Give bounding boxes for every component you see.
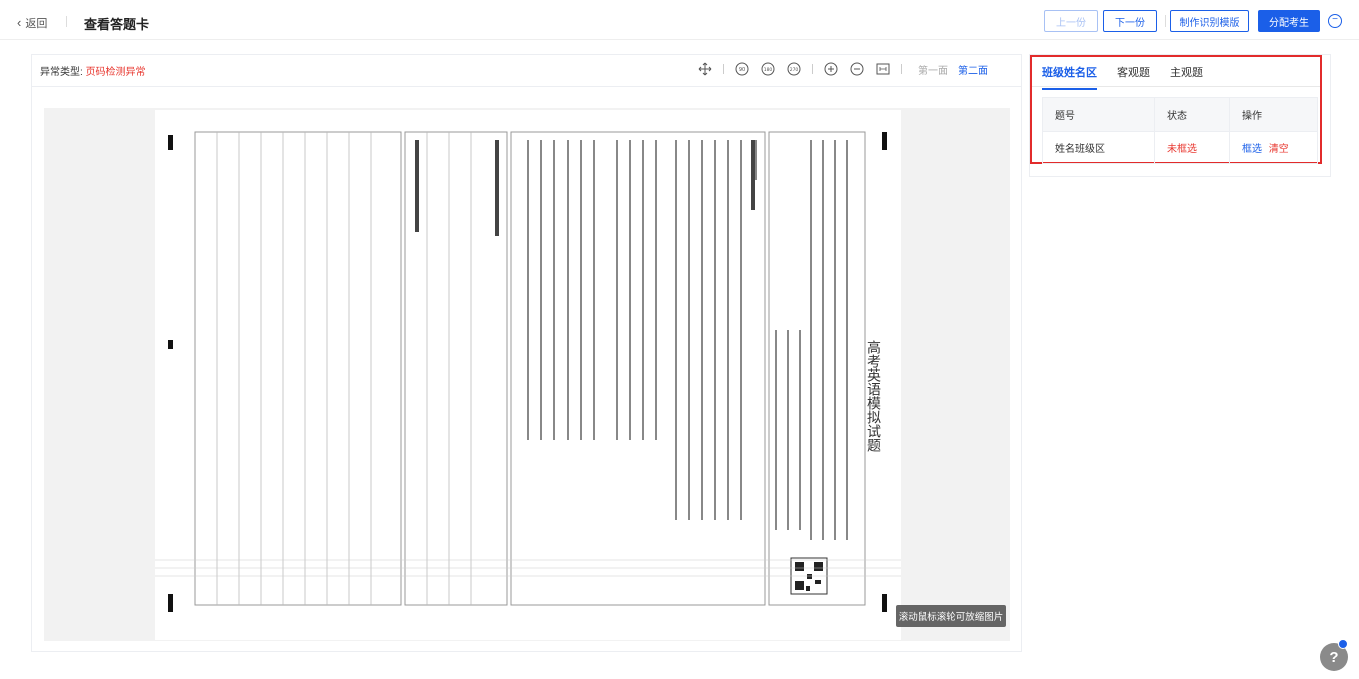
answer-sheet-panel: 异常类型: 页码检测异常 90 180 270 第一面 第二面 高考英语模拟试题… (31, 54, 1022, 652)
select-link[interactable]: 框选 (1242, 144, 1262, 155)
back-label: 返回 (25, 18, 48, 30)
alignment-marker (882, 132, 887, 150)
svg-text:180: 180 (764, 67, 773, 73)
alignment-marker (168, 594, 173, 612)
side-two-link[interactable]: 第二面 (958, 62, 988, 77)
table-row: 姓名班级区 未框选 框选 清空 (1042, 131, 1318, 164)
next-button[interactable]: 下一份 (1103, 10, 1157, 32)
more-circle-icon[interactable]: − (1328, 14, 1342, 28)
col-status: 状态 (1154, 97, 1230, 132)
svg-text:90: 90 (739, 67, 745, 73)
rotate-270-icon[interactable]: 270 (786, 61, 802, 77)
answer-sheet-image: 高考英语模拟试题 (155, 110, 901, 640)
panel-divider (32, 86, 1021, 87)
region-panel: 班级姓名区 客观题 主观题 题号 状态 操作 姓名班级区 未框选 框选 清空 (1030, 55, 1322, 164)
anomaly-type: 异常类型: 页码检测异常 (40, 63, 146, 78)
alignment-marker (882, 594, 887, 612)
toolbar-divider (812, 64, 813, 74)
side-one-link[interactable]: 第一面 (918, 62, 948, 77)
notification-dot (1338, 639, 1348, 649)
alignment-marker (168, 135, 173, 150)
zoom-in-icon[interactable] (823, 61, 839, 77)
back-button[interactable]: ‹ 返回 (17, 15, 47, 31)
toolbar-divider (723, 64, 724, 74)
alignment-marker (168, 340, 173, 349)
answer-sheet-scan: 高考英语模拟试题 (155, 131, 901, 606)
col-action: 操作 (1229, 97, 1318, 132)
toolbar-divider (901, 64, 902, 74)
region-table: 题号 状态 操作 姓名班级区 未框选 框选 清空 (1042, 97, 1318, 164)
header-separator (1165, 15, 1166, 27)
clear-link[interactable]: 清空 (1269, 144, 1289, 155)
sheet-title: 高考英语模拟试题 (865, 339, 881, 453)
row-status: 未框选 (1154, 131, 1230, 164)
rotate-180-icon[interactable]: 180 (760, 61, 776, 77)
template-button[interactable]: 制作识别模版 (1170, 10, 1249, 32)
row-name: 姓名班级区 (1042, 131, 1155, 164)
assign-button[interactable]: 分配考生 (1258, 10, 1320, 32)
table-header-row: 题号 状态 操作 (1042, 97, 1318, 132)
anomaly-value: 页码检测异常 (85, 67, 146, 78)
move-icon[interactable] (697, 61, 713, 77)
header-divider (66, 16, 67, 27)
image-toolbar: 90 180 270 第一面 第二面 (697, 61, 988, 77)
prev-button[interactable]: 上一份 (1044, 10, 1098, 32)
row-actions: 框选 清空 (1229, 131, 1318, 164)
col-number: 题号 (1042, 97, 1155, 132)
tabs-divider (1032, 86, 1320, 87)
anomaly-label: 异常类型: (40, 67, 83, 78)
fit-icon[interactable] (875, 61, 891, 77)
top-bar: ‹ 返回 查看答题卡 上一份 下一份 制作识别模版 分配考生 − (0, 0, 1359, 40)
image-viewer[interactable]: 高考英语模拟试题 滚动鼠标滚轮可放缩图片 (44, 108, 1010, 641)
svg-text:270: 270 (790, 67, 799, 73)
zoom-tip: 滚动鼠标滚轮可放缩图片 (896, 605, 1006, 627)
chevron-left-icon: ‹ (17, 15, 22, 30)
rotate-90-icon[interactable]: 90 (734, 61, 750, 77)
page-title: 查看答题卡 (84, 17, 150, 32)
zoom-out-icon[interactable] (849, 61, 865, 77)
